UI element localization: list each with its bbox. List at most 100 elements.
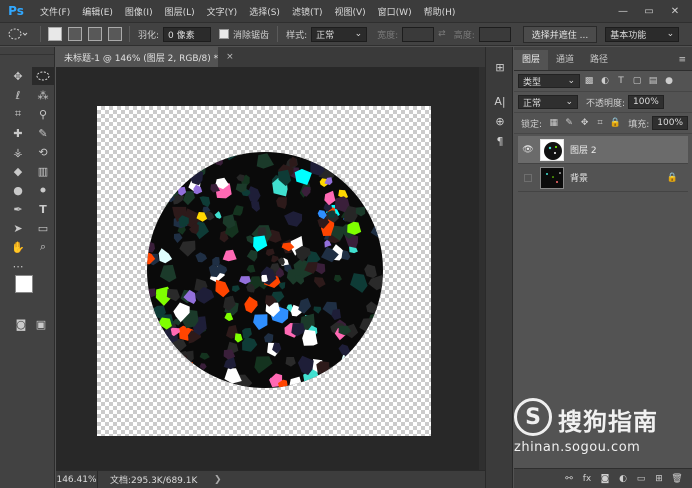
zoom-level[interactable]: 146.41% — [56, 470, 98, 488]
gradient-icon[interactable]: ▥ — [32, 162, 54, 180]
eye-icon[interactable]: 👁 — [518, 145, 538, 155]
brush-icon[interactable]: ✎ — [32, 124, 54, 142]
fill-input[interactable]: 100% — [652, 116, 689, 130]
restore-icon[interactable]: ▭ — [636, 6, 662, 17]
screen-mode-icon[interactable]: ▣ — [30, 315, 52, 333]
toolbar-grip[interactable] — [0, 47, 54, 55]
more-tools-icon[interactable]: ⋯ — [7, 257, 29, 275]
filter-pixel-icon[interactable]: ▩ — [582, 74, 596, 88]
history-brush-icon[interactable]: ⟲ — [32, 143, 54, 161]
link-layers-icon[interactable]: ⚯ — [560, 474, 578, 484]
filter-kind-select[interactable]: 类型 ⌄ — [518, 74, 580, 88]
height-input[interactable] — [478, 26, 511, 42]
close-icon[interactable]: ✕ — [662, 6, 688, 17]
add-mask-icon[interactable]: ◙ — [596, 474, 614, 484]
layer-row[interactable]: 背景 🔒 — [518, 164, 688, 192]
swap-icon[interactable]: ⇄ — [438, 29, 446, 39]
style-label: 样式: — [286, 30, 308, 41]
menu-window[interactable]: 窗口(W) — [372, 5, 418, 18]
panel-menu-icon[interactable]: ≡ — [678, 50, 692, 70]
lock-image-icon[interactable]: ✎ — [562, 116, 575, 130]
antialias-checkbox[interactable] — [219, 29, 230, 39]
adjustment-layer-icon[interactable]: ◐ — [614, 474, 632, 484]
eraser-icon[interactable]: ◆ — [7, 162, 29, 180]
select-and-mask-button[interactable]: 选择并遮住 ... — [522, 25, 598, 43]
minimize-icon[interactable]: — — [610, 6, 636, 17]
healing-icon[interactable]: ✚ — [7, 124, 29, 142]
menu-help[interactable]: 帮助(H) — [418, 5, 462, 18]
blur-icon[interactable]: ● — [7, 181, 29, 199]
marquee-icon[interactable] — [32, 67, 54, 85]
canvas[interactable] — [97, 106, 431, 436]
foreground-color[interactable] — [15, 275, 33, 293]
elliptical-marquee-icon — [8, 28, 28, 40]
filter-adjustment-icon[interactable]: ◐ — [598, 74, 612, 88]
menu-image[interactable]: 图像(I) — [119, 5, 159, 18]
lock-row: 锁定: ▦ ✎ ✥ ⌗ 🔒 填充: 100% — [514, 113, 692, 134]
pen-icon[interactable]: ✒ — [7, 200, 29, 218]
path-select-icon[interactable]: ➤ — [7, 219, 29, 237]
document-title: 未标题-1 @ 146% (图层 2, RGB/8) * — [64, 53, 219, 64]
character-panel-icon[interactable]: A| — [486, 91, 514, 111]
menu-file[interactable]: 文件(F) — [34, 5, 76, 18]
menu-select[interactable]: 选择(S) — [243, 5, 286, 18]
filter-smartobject-icon[interactable]: ▤ — [646, 74, 660, 88]
style-select[interactable]: 正常 ⌄ — [311, 26, 368, 42]
lasso-icon[interactable]: ℓ — [7, 86, 29, 104]
intersect-selection-icon[interactable] — [108, 27, 122, 41]
color-swatches — [15, 275, 49, 309]
hand-icon[interactable]: ✋ — [7, 238, 29, 256]
zoom-icon[interactable]: ⌕ — [32, 238, 54, 256]
subtract-selection-icon[interactable] — [88, 27, 102, 41]
lock-artboard-icon[interactable]: ⌗ — [593, 116, 606, 130]
tab-paths[interactable]: 路径 — [582, 50, 616, 70]
menu-filter[interactable]: 滤镜(T) — [286, 5, 329, 18]
blend-mode-select[interactable]: 正常 ⌄ — [518, 95, 578, 109]
menu-view[interactable]: 视图(V) — [328, 5, 371, 18]
quick-mask-icon[interactable]: ◙ — [10, 315, 32, 333]
layer-thumbnail — [540, 138, 564, 161]
delete-layer-icon[interactable]: 🗑 — [668, 474, 686, 484]
type-icon[interactable]: T — [32, 200, 54, 218]
width-input[interactable] — [402, 26, 435, 42]
workspace-select[interactable]: 基本功能 ⌄ — [605, 26, 680, 42]
crop-icon[interactable]: ⌗ — [7, 105, 29, 123]
glyphs-panel-icon[interactable]: ⊕ — [486, 111, 514, 131]
tab-layers[interactable]: 图层 — [514, 50, 549, 70]
fx-icon[interactable]: fx — [578, 474, 596, 484]
lock-position-icon[interactable]: ✥ — [578, 116, 591, 130]
antialias-label: 消除锯齿 — [233, 30, 270, 41]
lock-transparent-icon[interactable]: ▦ — [547, 116, 560, 130]
tab-channels[interactable]: 通道 — [548, 50, 582, 70]
filter-shape-icon[interactable]: ▢ — [630, 74, 644, 88]
quick-select-icon[interactable]: ⁂ — [32, 86, 54, 104]
watermark-url: zhinan.sogou.com — [514, 440, 641, 455]
chevron-down-icon: ⌄ — [354, 29, 363, 39]
menu-type[interactable]: 文字(Y) — [201, 5, 244, 18]
document-tab[interactable]: 未标题-1 @ 146% (图层 2, RGB/8) * × — [56, 47, 234, 67]
lock-all-icon[interactable]: 🔒 — [609, 116, 622, 130]
paragraph-panel-icon[interactable]: ¶ — [486, 131, 514, 151]
opacity-input[interactable]: 100% — [628, 95, 665, 109]
feather-input[interactable]: 0 像素 — [163, 26, 212, 42]
close-tab-icon[interactable]: × — [226, 52, 234, 62]
menu-edit[interactable]: 编辑(E) — [76, 5, 119, 18]
add-selection-icon[interactable] — [68, 27, 82, 41]
filter-toggle-icon[interactable]: ● — [662, 74, 676, 88]
history-panel-icon[interactable]: ⊞ — [486, 57, 514, 77]
tool-preset-picker[interactable] — [0, 24, 36, 44]
visibility-toggle[interactable] — [524, 173, 532, 182]
new-group-icon[interactable]: ▭ — [632, 474, 650, 484]
new-selection-icon[interactable] — [48, 27, 62, 41]
shape-icon[interactable]: ▭ — [32, 219, 54, 237]
stamp-icon[interactable]: ⚶ — [7, 143, 29, 161]
menu-layer[interactable]: 图层(L) — [159, 5, 201, 18]
chevron-right-icon[interactable]: ❯ — [214, 475, 222, 485]
fill-label: 填充: — [628, 119, 650, 130]
layer-row[interactable]: 👁 图层 2 — [518, 136, 688, 164]
dodge-icon[interactable]: ⚫ — [32, 181, 54, 199]
eyedropper-icon[interactable]: ⚲ — [32, 105, 54, 123]
move-icon[interactable]: ✥ — [7, 67, 29, 85]
filter-type-icon[interactable]: T — [614, 74, 628, 88]
new-layer-icon[interactable]: ⊞ — [650, 474, 668, 484]
